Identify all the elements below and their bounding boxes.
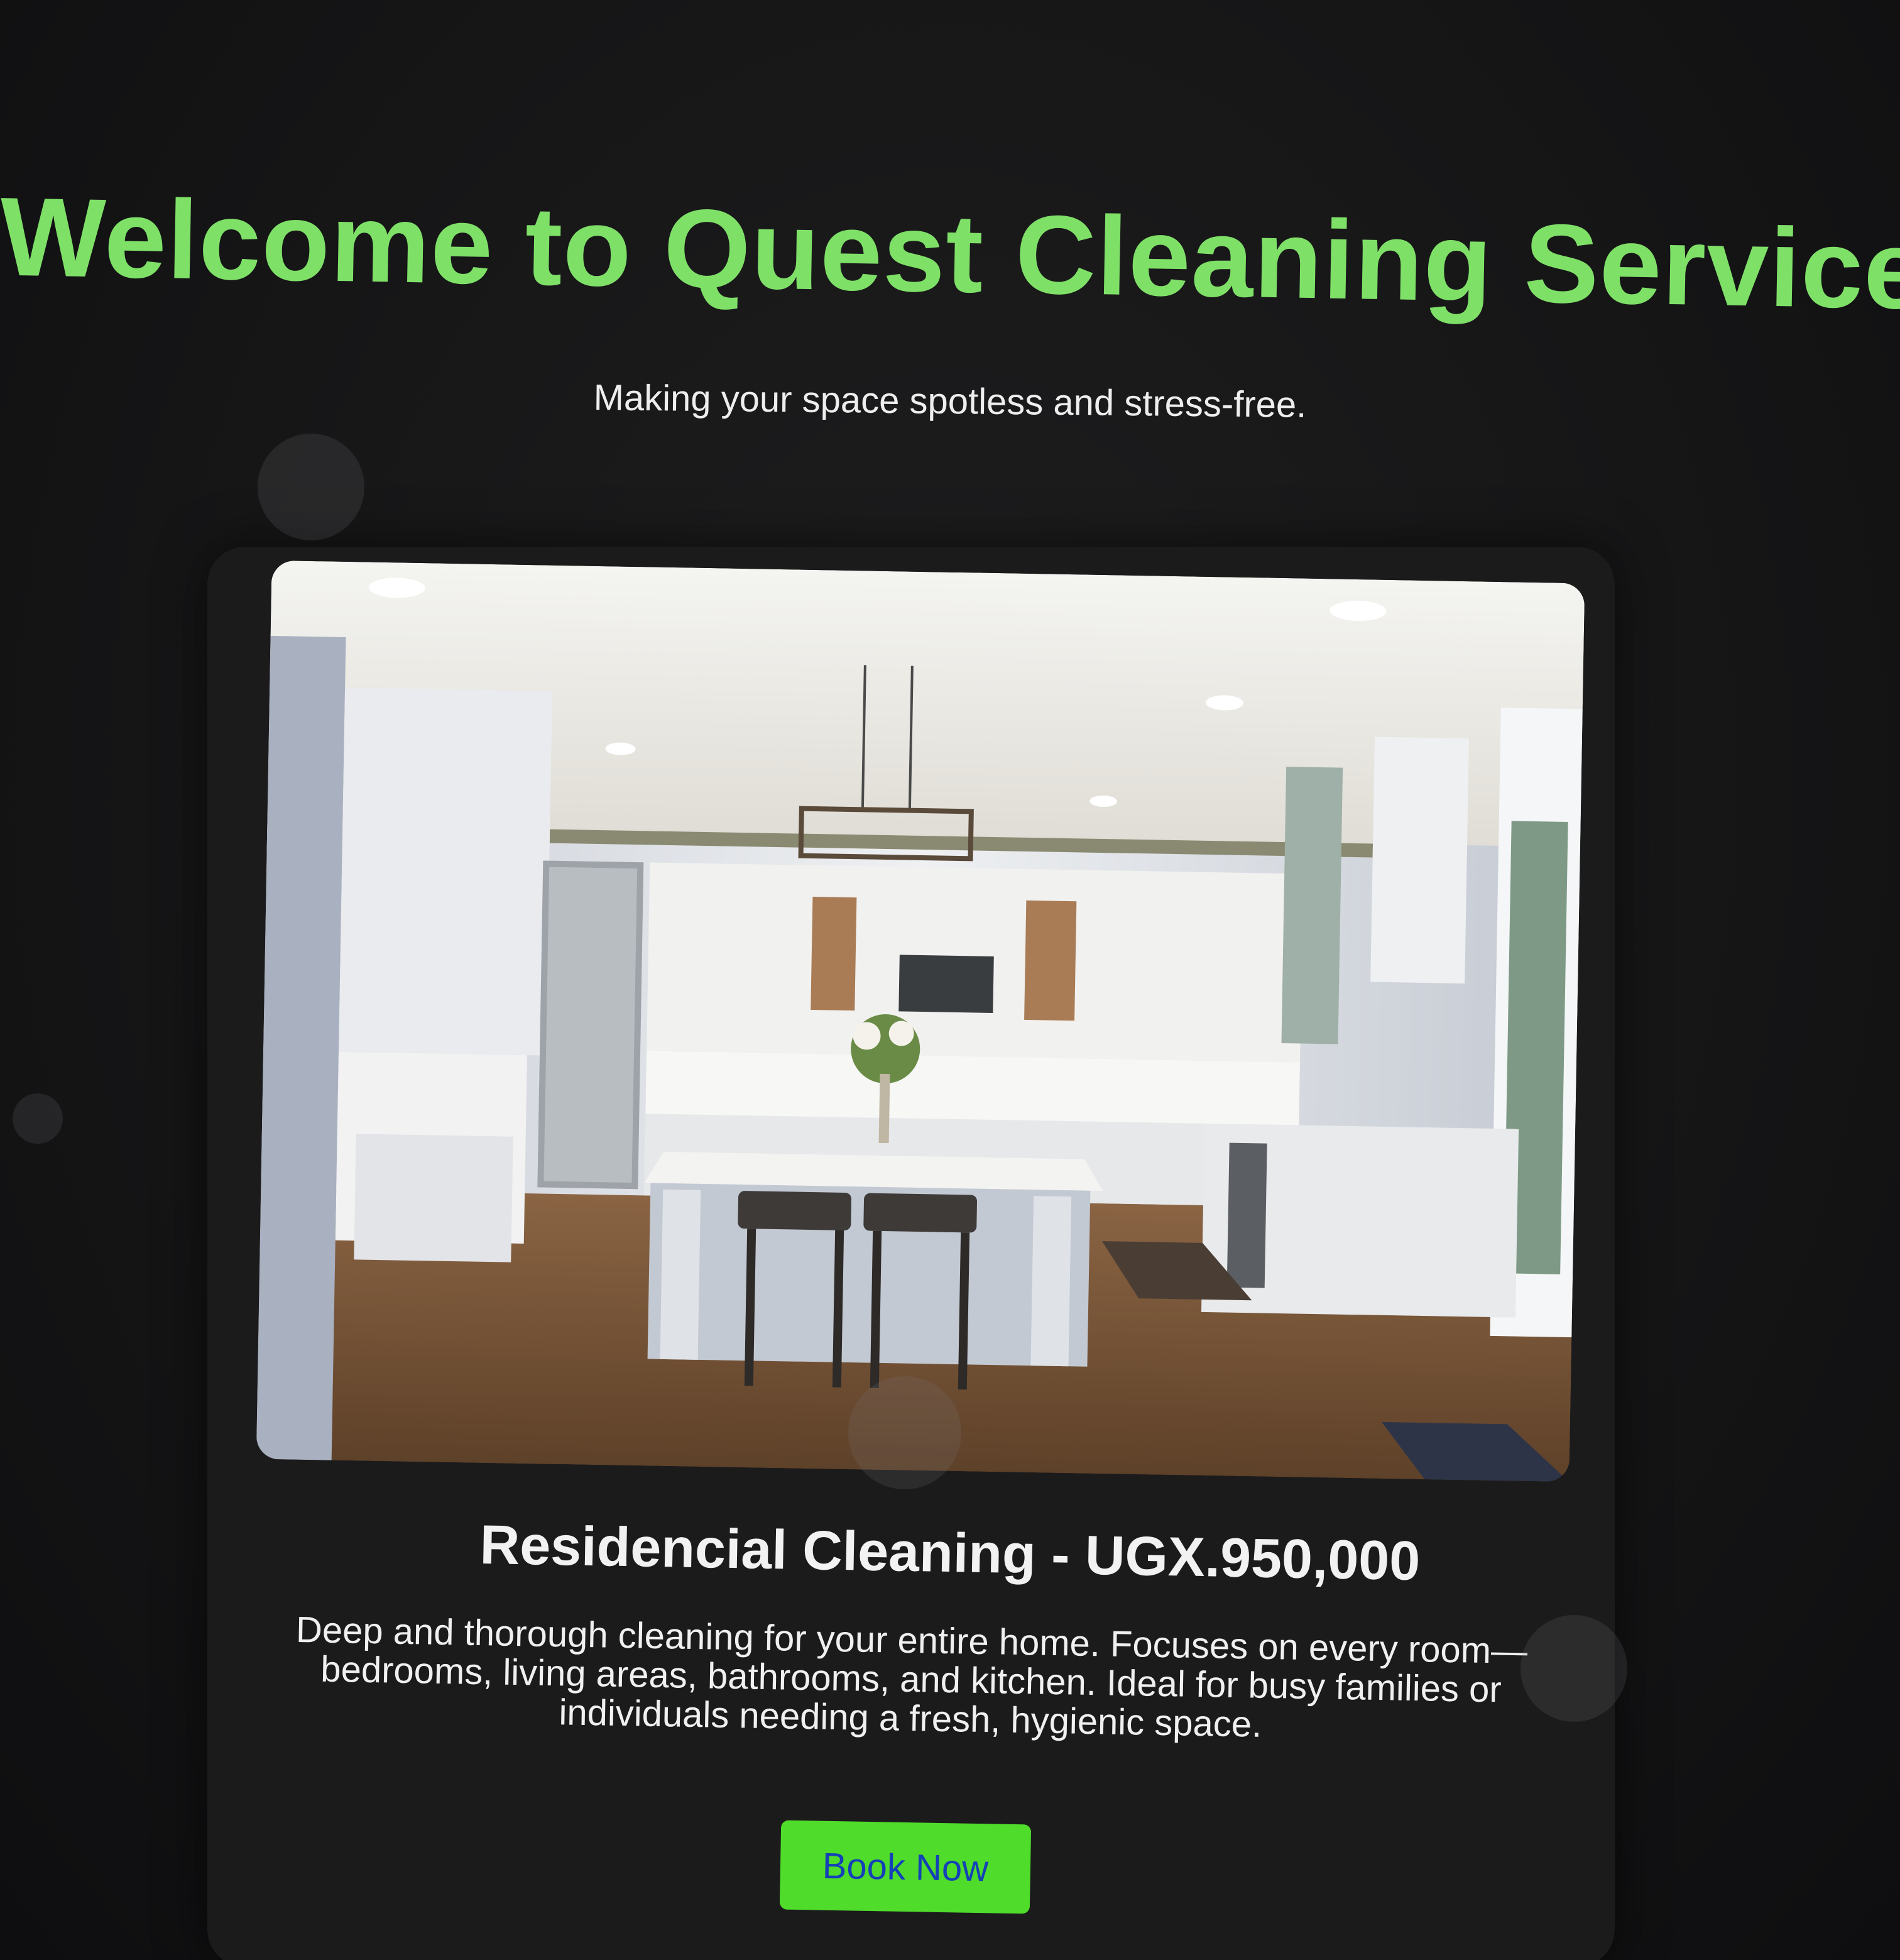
page-subtitle: Making your space spotless and stress-fr… [593,377,1307,425]
lens-spot [258,434,364,540]
landing-page: Welcome to Quest Cleaning Services Makin… [0,0,1900,1960]
page-title: Welcome to Quest Cleaning Services [0,173,1900,334]
service-image [256,560,1585,1482]
service-description: Deep and thorough cleaning for your enti… [295,1609,1528,1745]
lens-spot [13,1093,63,1144]
lens-spot [848,1376,961,1489]
kitchen-photo [256,560,1585,1482]
lens-spot [1521,1615,1627,1722]
book-now-button[interactable]: Book Now [779,1820,1032,1914]
